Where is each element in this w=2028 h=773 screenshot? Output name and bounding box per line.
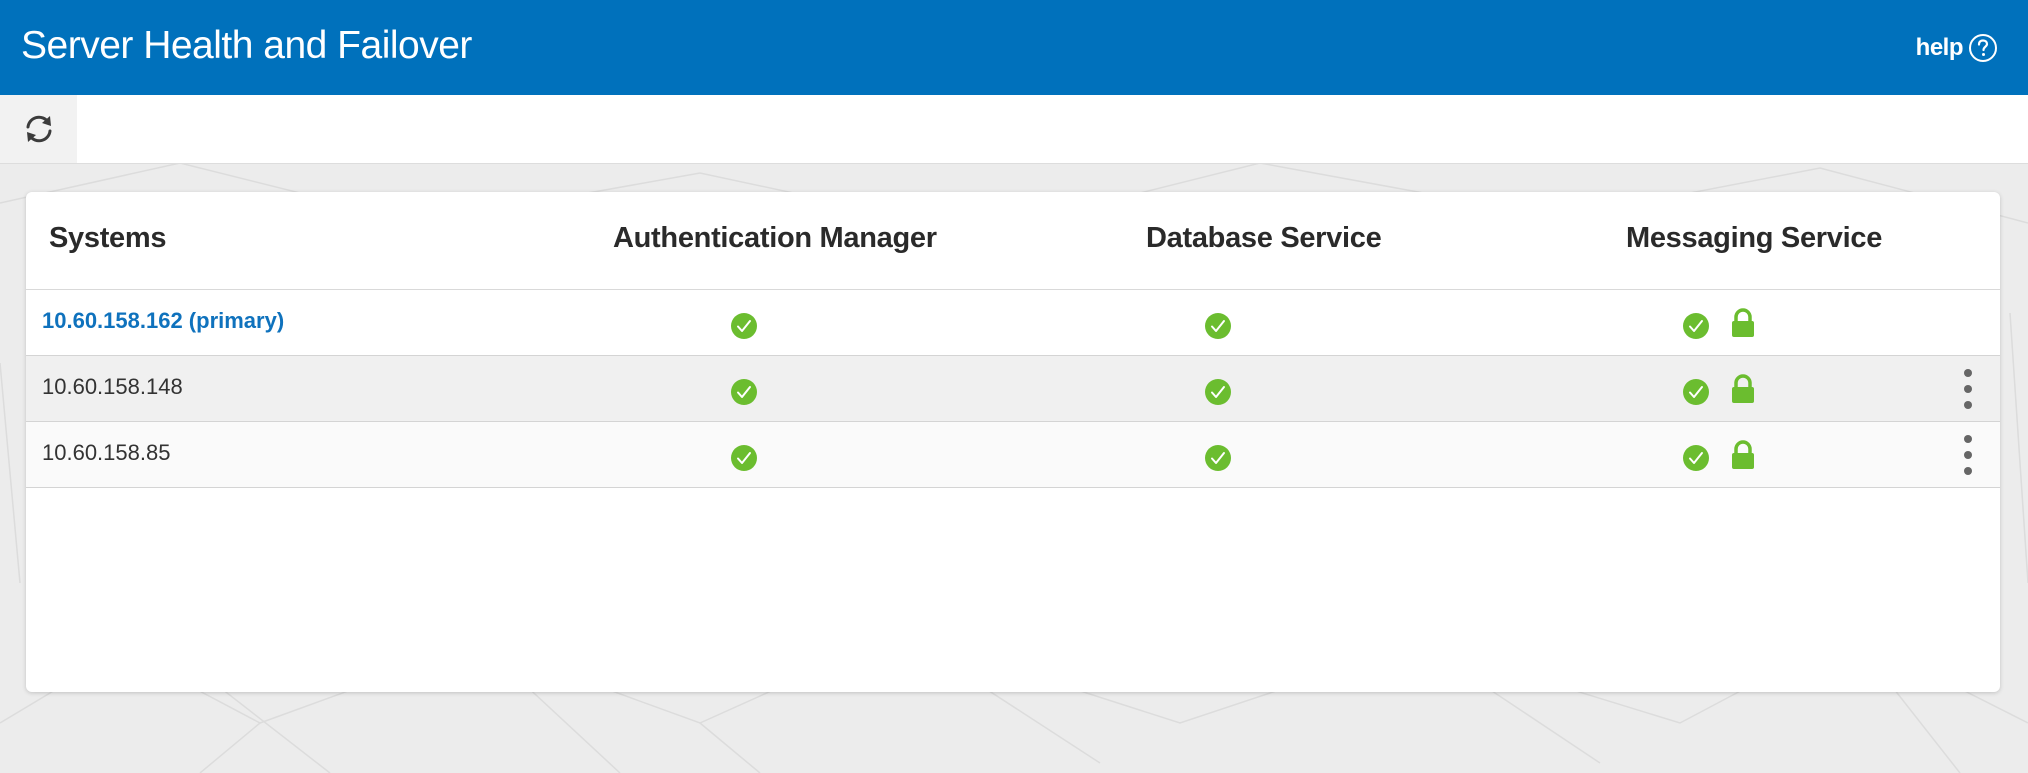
column-header-messaging-service: Messaging Service: [1626, 222, 1883, 254]
page-title: Server Health and Failover: [21, 24, 472, 67]
help-button[interactable]: help: [1916, 33, 1998, 63]
column-header-database-service: Database Service: [1146, 222, 1382, 254]
refresh-button[interactable]: [0, 95, 77, 163]
table-header: Systems Authentication Manager Database …: [26, 192, 2000, 290]
lock-icon: [1732, 374, 1754, 403]
system-name: 10.60.158.148: [42, 374, 183, 399]
help-label: help: [1915, 34, 1964, 61]
server-health-card: Systems Authentication Manager Database …: [26, 192, 2000, 692]
table-row: 10.60.158.148: [26, 356, 2000, 422]
status-ok-icon: [1205, 313, 1231, 339]
status-ok-icon: [1683, 445, 1709, 471]
status-ok-icon: [1205, 379, 1231, 405]
status-ok-icon: [1205, 445, 1231, 471]
status-ok-icon: [731, 445, 757, 471]
app-header: Server Health and Failover help: [0, 0, 2028, 95]
row-actions-menu-icon[interactable]: [1958, 432, 1978, 478]
status-ok-icon: [1683, 379, 1709, 405]
column-header-systems: Systems: [49, 222, 167, 254]
lock-icon: [1732, 440, 1754, 469]
lock-icon: [1732, 308, 1754, 337]
toolbar: [0, 95, 2028, 164]
system-link-primary[interactable]: 10.60.158.162 (primary): [42, 308, 284, 334]
status-ok-icon: [731, 313, 757, 339]
status-ok-icon: [1683, 313, 1709, 339]
refresh-icon: [26, 115, 51, 143]
system-name: 10.60.158.85: [42, 440, 171, 465]
status-ok-icon: [731, 379, 757, 405]
row-actions-menu-icon[interactable]: [1958, 366, 1978, 412]
help-circle-icon: [1969, 34, 1997, 62]
table-row: 10.60.158.85: [26, 422, 2000, 488]
column-header-authentication-manager: Authentication Manager: [613, 222, 937, 254]
table-row: 10.60.158.162 (primary): [26, 290, 2000, 356]
